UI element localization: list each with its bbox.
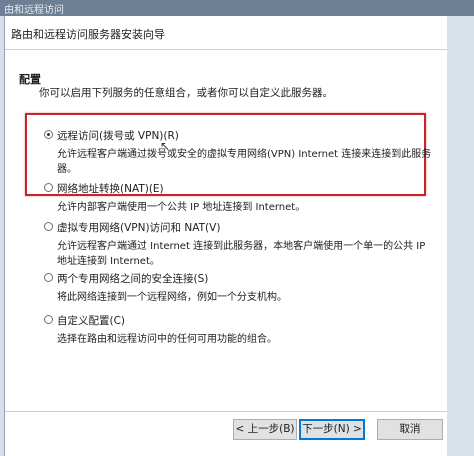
back-button[interactable]: < 上一步(B) (233, 419, 297, 440)
radio-nat[interactable] (44, 183, 53, 192)
wizard-title: 路由和远程访问服务器安装向导 (11, 28, 165, 41)
window-frame-right (446, 16, 474, 456)
radio-custom-config[interactable] (44, 315, 53, 324)
option-secure-connection-label[interactable]: 两个专用网络之间的安全连接(S) (57, 271, 208, 286)
window-title: 由和远程访问 (4, 5, 64, 16)
radio-vpn-nat[interactable] (44, 222, 53, 231)
footer-divider (5, 411, 447, 412)
radio-remote-access[interactable] (44, 130, 53, 139)
section-title: 配置 (19, 73, 41, 86)
radio-secure-connection[interactable] (44, 273, 53, 282)
next-button[interactable]: 下一步(N) > (299, 419, 365, 440)
option-nat-desc: 允许内部客户端使用一个公共 IP 地址连接到 Internet。 (57, 202, 306, 213)
header-divider (5, 49, 447, 50)
option-custom-config-desc: 选择在路由和远程访问中的任何可用功能的组合。 (57, 334, 277, 345)
option-secure-connection-desc: 将此网络连接到一个远程网络，例如一个分支机构。 (57, 292, 287, 303)
option-vpn-nat-desc: 允许远程客户端通过 Internet 连接到此服务器，本地客户端使用一个单一的公… (57, 241, 426, 267)
option-custom-config-label[interactable]: 自定义配置(C) (57, 313, 125, 328)
option-remote-access-desc: 允许远程客户端通过拨号或安全的虚拟专用网络(VPN) Internet 连接来连… (57, 149, 432, 175)
mouse-cursor-icon: ↖ (160, 139, 171, 153)
window-titlebar: 由和远程访问 (0, 0, 474, 16)
cancel-button[interactable]: 取消 (377, 419, 443, 440)
section-description: 你可以启用下列服务的任意组合，或者你可以自定义此服务器。 (39, 87, 333, 99)
setup-wizard-dialog: 路由和远程访问服务器安装向导 配置 你可以启用下列服务的任意组合，或者你可以自定… (4, 16, 447, 456)
option-vpn-nat-label[interactable]: 虚拟专用网络(VPN)访问和 NAT(V) (57, 220, 220, 235)
option-nat-label[interactable]: 网络地址转换(NAT)(E) (57, 181, 164, 196)
